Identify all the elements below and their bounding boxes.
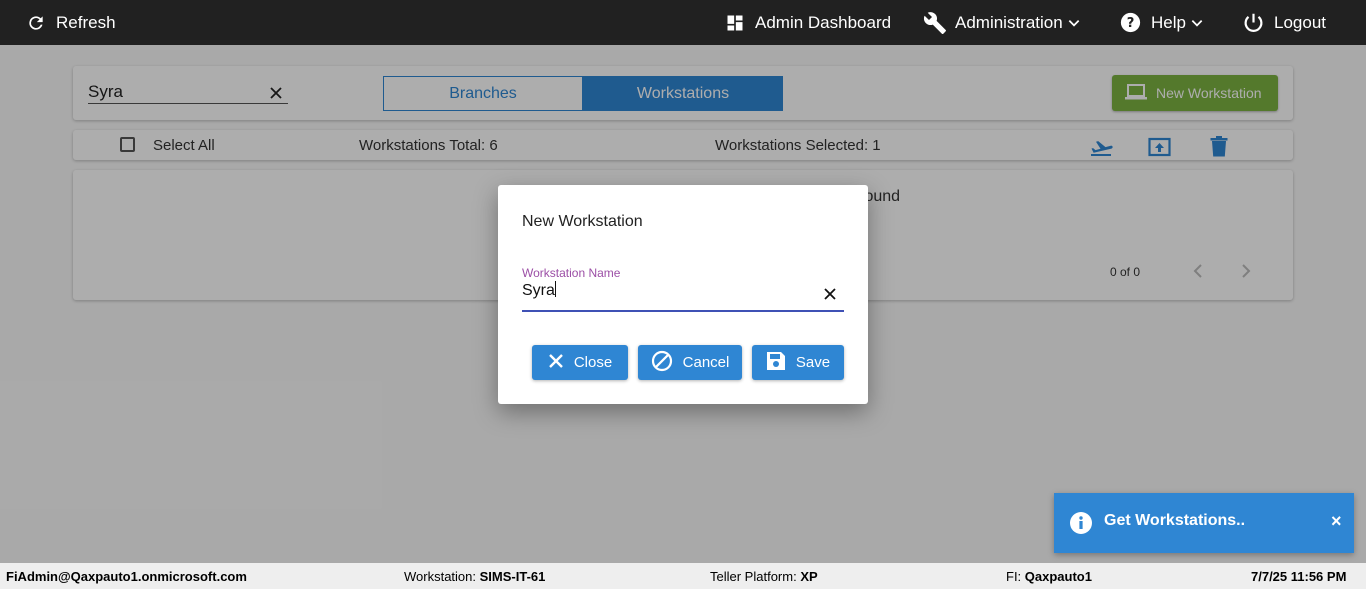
status-platform: Teller Platform: XP — [710, 569, 818, 584]
info-icon — [1069, 511, 1093, 540]
status-datetime: 7/7/25 11:56 PM — [1251, 569, 1347, 584]
refresh-label: Refresh — [56, 12, 116, 32]
wrench-icon — [923, 11, 947, 35]
toast-close-icon[interactable]: × — [1331, 511, 1342, 532]
status-bar: FiAdmin@Qaxpauto1.onmicrosoft.com Workst… — [0, 563, 1366, 589]
admin-dashboard-label: Admin Dashboard — [755, 12, 892, 32]
top-bar: Refresh Admin Dashboard Administration ?… — [0, 0, 1366, 45]
help-icon: ? — [1120, 12, 1141, 33]
administration-menu[interactable]: Administration — [923, 0, 1081, 45]
admin-dashboard-button[interactable]: Admin Dashboard — [725, 0, 891, 45]
new-workstation-dialog: New Workstation Workstation Name Syra Cl… — [498, 185, 868, 404]
close-icon — [548, 353, 574, 373]
administration-label: Administration — [955, 12, 1063, 32]
help-label: Help — [1151, 12, 1186, 32]
workstation-name-input[interactable]: Syra — [522, 281, 556, 300]
status-fi: FI: Qaxpauto1 — [1006, 569, 1092, 584]
close-button[interactable]: Close — [532, 345, 628, 380]
cancel-button-label: Cancel — [682, 354, 730, 371]
save-button[interactable]: Save — [752, 345, 844, 380]
logout-button[interactable]: Logout — [1243, 0, 1326, 45]
dashboard-icon — [725, 13, 745, 33]
toast-notification: Get Workstations.. × — [1054, 493, 1354, 553]
save-button-label: Save — [795, 354, 831, 371]
chevron-down-icon — [1067, 16, 1081, 30]
chevron-down-icon — [1190, 16, 1204, 30]
field-underline — [522, 310, 844, 312]
cancel-icon — [651, 350, 683, 376]
refresh-button[interactable]: Refresh — [26, 0, 116, 45]
cancel-button[interactable]: Cancel — [638, 345, 742, 380]
workstation-name-label: Workstation Name — [522, 266, 621, 280]
save-icon — [766, 351, 796, 375]
power-icon — [1243, 12, 1264, 33]
text-caret — [554, 281, 556, 297]
help-menu[interactable]: ? Help — [1120, 0, 1204, 45]
workstation-name-value: Syra — [522, 282, 555, 299]
status-workstation: Workstation: SIMS-IT-61 — [404, 569, 546, 584]
close-button-label: Close — [573, 354, 613, 371]
toast-message: Get Workstations.. — [1104, 512, 1246, 529]
close-icon[interactable] — [824, 287, 836, 305]
status-user: FiAdmin@Qaxpauto1.onmicrosoft.com — [6, 569, 247, 584]
logout-label: Logout — [1274, 12, 1326, 32]
dialog-title: New Workstation — [522, 213, 643, 230]
svg-text:?: ? — [1127, 16, 1135, 31]
refresh-icon — [26, 13, 46, 33]
